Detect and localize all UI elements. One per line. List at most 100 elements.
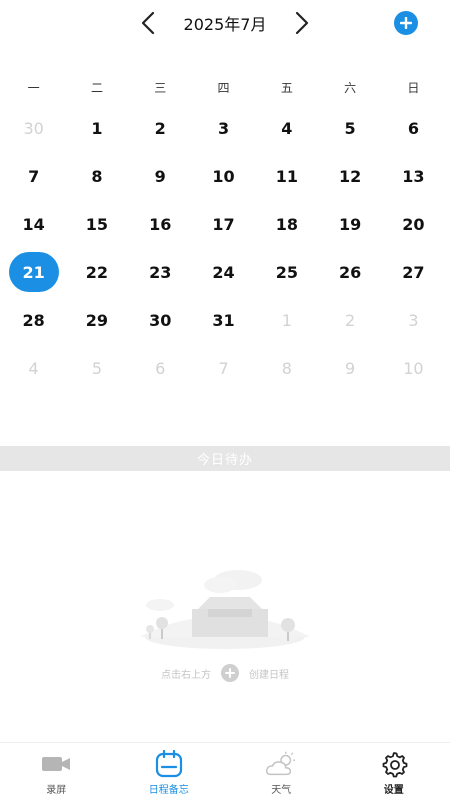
calendar-day[interactable]: 8 [255, 344, 318, 392]
day-number: 4 [28, 358, 39, 378]
todo-section-header: 今日待办 [0, 446, 450, 471]
day-number: 1 [281, 310, 292, 330]
chevron-left-icon [141, 11, 155, 35]
hint-right-text: 创建日程 [249, 669, 289, 681]
day-number: 7 [28, 166, 40, 186]
tab-label: 天气 [271, 785, 292, 796]
day-number: 18 [275, 214, 298, 234]
day-number: 17 [212, 214, 235, 234]
day-number: 23 [149, 262, 172, 282]
tab-schedule-memo[interactable]: 日程备忘 [113, 743, 226, 800]
calendar-day[interactable]: 20 [382, 200, 445, 248]
empty-state-hint: 点击右上方 创建日程 [0, 664, 450, 682]
weekday-label: 四 [217, 81, 230, 95]
add-schedule-button[interactable] [394, 11, 418, 35]
calendar-day[interactable]: 1 [65, 104, 128, 152]
calendar-day[interactable]: 10 [192, 152, 255, 200]
calendar-day[interactable]: 4 [255, 104, 318, 152]
calendar-day[interactable]: 19 [318, 200, 381, 248]
gear-icon [378, 750, 410, 778]
calendar-day[interactable]: 30 [129, 296, 192, 344]
calendar-day[interactable]: 15 [65, 200, 128, 248]
weekday-label: 六 [344, 81, 357, 95]
day-number: 9 [154, 166, 166, 186]
chevron-right-icon [295, 11, 309, 35]
weekday-label: 五 [280, 81, 293, 95]
calendar-day[interactable]: 11 [255, 152, 318, 200]
calendar-day[interactable]: 3 [382, 296, 445, 344]
calendar-day[interactable]: 17 [192, 200, 255, 248]
day-number: 10 [212, 166, 235, 186]
calendar-day[interactable]: 26 [318, 248, 381, 296]
calendar-day[interactable]: 30 [2, 104, 65, 152]
weekday-label: 日 [407, 81, 420, 95]
calendar-day[interactable]: 27 [382, 248, 445, 296]
next-month-button[interactable] [288, 8, 316, 38]
day-number: 4 [281, 118, 293, 138]
day-number: 22 [85, 262, 109, 282]
day-number: 10 [403, 358, 424, 378]
calendar-day[interactable]: 7 [192, 344, 255, 392]
calendar-header: 2025年7月 [0, 0, 450, 46]
calendar-day[interactable]: 31 [192, 296, 255, 344]
calendar-day[interactable]: 13 [382, 152, 445, 200]
calendar-day-selected[interactable]: 21 [2, 248, 65, 296]
calendar-day[interactable]: 16 [129, 200, 192, 248]
empty-inbox-illustration [140, 570, 310, 649]
day-number: 12 [338, 166, 362, 186]
day-number: 1 [91, 118, 103, 138]
tab-settings[interactable]: 设置 [338, 743, 450, 800]
calendar-day[interactable]: 29 [65, 296, 128, 344]
previous-month-button[interactable] [134, 8, 162, 38]
day-number: 2 [154, 118, 166, 138]
tab-label: 日程备忘 [148, 785, 189, 796]
calendar-day[interactable]: 14 [2, 200, 65, 248]
day-number: 16 [149, 214, 172, 234]
calendar-day[interactable]: 28 [2, 296, 65, 344]
calendar-day[interactable]: 6 [382, 104, 445, 152]
day-number: 5 [344, 118, 356, 138]
weekday-label: 二 [90, 81, 103, 95]
calendar-day[interactable]: 2 [129, 104, 192, 152]
calendar-day[interactable]: 5 [318, 104, 381, 152]
weekday-label: 三 [154, 81, 167, 95]
day-number: 13 [402, 166, 425, 186]
weather-cloud-sun-icon [265, 750, 297, 778]
todo-section-title: 今日待办 [196, 453, 253, 468]
calendar-day[interactable]: 5 [65, 344, 128, 392]
hint-left-text: 点击右上方 [161, 669, 211, 681]
calendar-day[interactable]: 23 [129, 248, 192, 296]
calendar-day[interactable]: 9 [129, 152, 192, 200]
weekday-header-row: 一 二 三 四 五 六 日 [0, 78, 450, 98]
day-number: 19 [338, 214, 362, 234]
day-number: 3 [217, 118, 230, 138]
day-number: 6 [407, 118, 419, 138]
calendar-day[interactable]: 10 [382, 344, 445, 392]
plus-icon [400, 17, 412, 29]
day-number: 15 [85, 214, 109, 234]
calendar-day[interactable]: 3 [192, 104, 255, 152]
calendar-day[interactable]: 6 [129, 344, 192, 392]
calendar-day[interactable]: 22 [65, 248, 128, 296]
day-number: 5 [91, 358, 103, 378]
day-number: 24 [212, 262, 235, 282]
day-number: 30 [149, 310, 172, 330]
calendar-day[interactable]: 2 [318, 296, 381, 344]
calendar-day[interactable]: 1 [255, 296, 318, 344]
tab-weather[interactable]: 天气 [225, 743, 338, 800]
calendar-day[interactable]: 4 [2, 344, 65, 392]
calendar-day[interactable]: 25 [255, 248, 318, 296]
calendar-day[interactable]: 18 [255, 200, 318, 248]
calendar-day-grid: 30 1 2 3 4 5 6 7 8 9 10 11 12 13 14 15 16 17 18 19 20 21 22 23 2… [0, 104, 450, 392]
calendar-day[interactable]: 12 [318, 152, 381, 200]
day-number: 21 [8, 252, 59, 292]
calendar-day[interactable]: 24 [192, 248, 255, 296]
day-number: 31 [212, 310, 235, 330]
day-number: 11 [275, 166, 298, 186]
calendar-day[interactable]: 7 [2, 152, 65, 200]
calendar-day[interactable]: 9 [318, 344, 381, 392]
tab-label: 录屏 [46, 785, 67, 796]
calendar-day[interactable]: 8 [65, 152, 128, 200]
tab-screen-record[interactable]: 录屏 [0, 743, 113, 800]
day-number: 20 [402, 214, 425, 234]
